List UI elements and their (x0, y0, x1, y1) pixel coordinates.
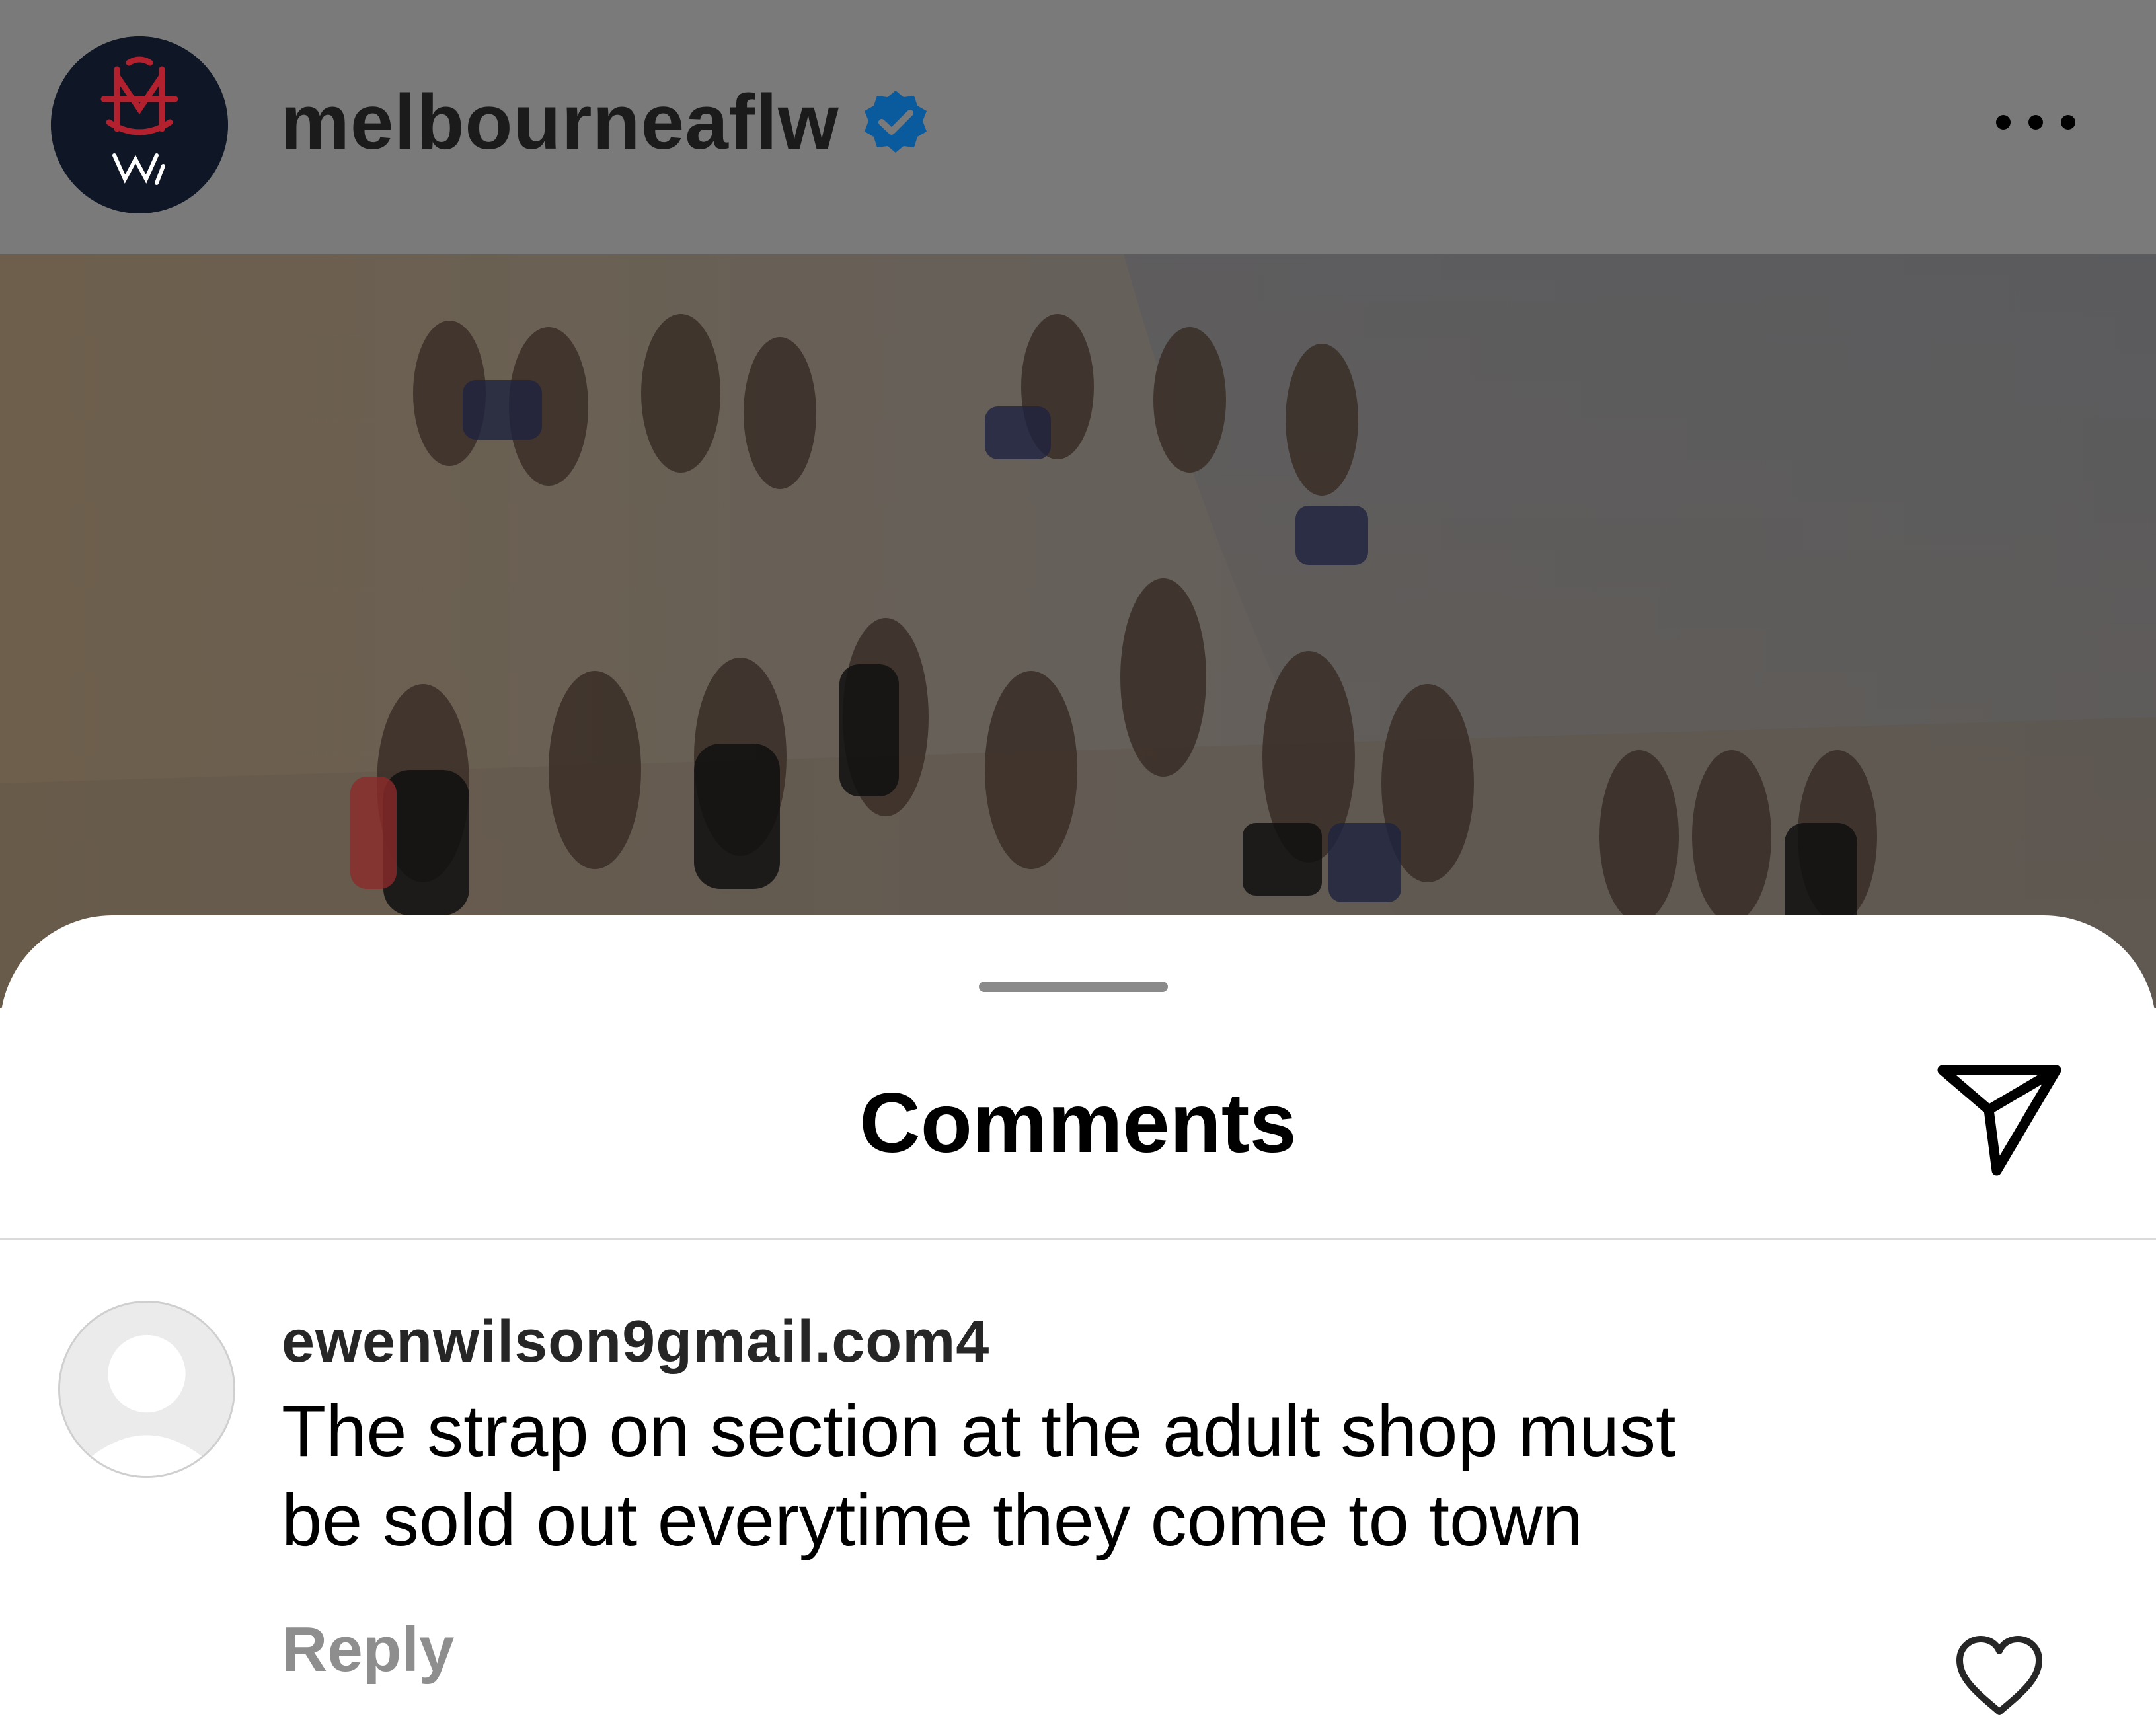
heart-outline-icon (1956, 1636, 2042, 1715)
comment-text-line: be sold out everytime they come to town (282, 1480, 1583, 1561)
post-username[interactable]: melbourneaflw (280, 76, 839, 169)
comment-text-line: The strap on section at the adult shop m… (282, 1391, 1676, 1472)
melbourne-fc-logo-icon (51, 36, 228, 213)
like-button[interactable] (1953, 1634, 2046, 1720)
comment-avatar[interactable] (58, 1301, 235, 1478)
beach-photo-image (0, 254, 2156, 1008)
more-options-dot (2061, 115, 2075, 130)
comments-title: Comments (859, 1076, 1297, 1171)
more-options-button[interactable] (1983, 99, 2089, 145)
instagram-post-screen: melbourneaflw Comments ewenwilson9gmail.… (0, 0, 2156, 1733)
more-options-icon (1996, 115, 2011, 130)
post-header: melbourneaflw (0, 0, 2156, 254)
comment-text: The strap on section at the adult shop m… (282, 1387, 1934, 1565)
paper-plane-icon (1937, 1065, 2061, 1176)
post-photo[interactable] (0, 254, 2156, 1008)
drag-handle[interactable] (979, 982, 1168, 992)
profile-avatar[interactable] (51, 36, 228, 213)
comment-username[interactable]: ewenwilson9gmail.com4 (282, 1305, 989, 1378)
comments-sheet: Comments ewenwilson9gmail.com4 The strap… (0, 915, 2156, 1733)
default-avatar-icon (60, 1303, 233, 1476)
share-button[interactable] (1933, 1054, 2065, 1180)
verified-badge-icon (865, 91, 927, 153)
reply-button[interactable]: Reply (282, 1611, 454, 1687)
more-options-dot (2028, 115, 2043, 130)
comment-item: ewenwilson9gmail.com4 The strap on secti… (0, 1240, 2156, 1733)
